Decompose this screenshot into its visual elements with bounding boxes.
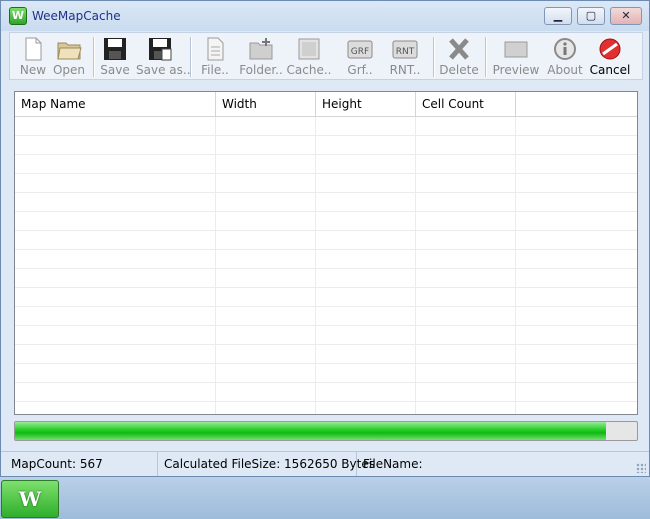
taskbar-app-button[interactable]: W — [1, 480, 59, 518]
svg-text:RNT: RNT — [396, 47, 415, 57]
save-label: Save — [100, 63, 130, 77]
app-icon: W — [9, 7, 27, 25]
grf-label: Grf.. — [347, 63, 373, 77]
taskbar-app-icon: W — [18, 487, 42, 511]
preview-button[interactable]: Preview — [492, 35, 540, 79]
column-header-width[interactable]: Width — [216, 92, 316, 116]
save-disk-icon — [102, 37, 128, 61]
file-name-status: FileName: — [363, 457, 423, 471]
main-window: W WeeMapCache ▁ ▢ ✕ New Open Save Save a… — [0, 0, 650, 477]
progress-bar — [14, 421, 638, 441]
preview-label: Preview — [492, 63, 540, 77]
taskbar: W — [0, 477, 650, 519]
minimize-button[interactable]: ▁ — [544, 7, 572, 25]
rnt-button[interactable]: RNT RNT.. — [382, 35, 428, 79]
save-as-label: Save as.. — [136, 63, 191, 77]
rnt-icon: RNT — [392, 37, 418, 61]
window-title: WeeMapCache — [32, 9, 121, 23]
maximize-button[interactable]: ▢ — [577, 7, 605, 25]
add-folder-icon — [248, 37, 274, 61]
save-as-disk-icon — [147, 37, 173, 61]
cache-icon — [296, 37, 322, 61]
resize-grip-icon[interactable] — [636, 463, 646, 473]
delete-button[interactable]: Delete — [436, 35, 482, 79]
map-list-grid[interactable]: Map Name Width Height Cell Count — [14, 91, 638, 415]
delete-x-icon — [446, 37, 472, 61]
cancel-label: Cancel — [589, 63, 631, 77]
open-folder-icon — [56, 37, 82, 61]
column-header-height[interactable]: Height — [316, 92, 416, 116]
file-button[interactable]: File.. — [192, 35, 238, 79]
about-label: About — [547, 63, 583, 77]
preview-icon — [503, 37, 529, 61]
column-header-cell-count[interactable]: Cell Count — [416, 92, 516, 116]
toolbar: New Open Save Save as.. File.. Folder.. … — [9, 32, 643, 80]
delete-label: Delete — [439, 63, 479, 77]
new-file-icon — [20, 37, 46, 61]
rnt-label: RNT.. — [389, 63, 421, 77]
add-file-icon — [202, 37, 228, 61]
save-as-button[interactable]: Save as.. — [136, 35, 191, 79]
about-button[interactable]: About — [542, 35, 588, 79]
grf-button[interactable]: GRF Grf.. — [337, 35, 383, 79]
progress-fill — [15, 422, 606, 440]
file-size-status: Calculated FileSize: 1562650 Bytes — [158, 452, 375, 476]
folder-button[interactable]: Folder.. — [238, 35, 284, 79]
open-label: Open — [52, 63, 86, 77]
open-button[interactable]: Open — [46, 35, 92, 79]
map-count-status: MapCount: 567 — [5, 452, 158, 476]
title-bar[interactable]: W WeeMapCache ▁ ▢ ✕ — [1, 1, 649, 31]
cache-label: Cache.. — [286, 63, 332, 77]
save-button[interactable]: Save — [92, 35, 138, 79]
column-header-map-name[interactable]: Map Name — [15, 92, 216, 116]
cache-button[interactable]: Cache.. — [286, 35, 332, 79]
grid-header: Map Name Width Height Cell Count — [15, 92, 637, 117]
folder-label: Folder.. — [239, 63, 283, 77]
cancel-icon — [597, 37, 623, 61]
status-bar: MapCount: 567 Calculated FileSize: 15626… — [1, 451, 649, 476]
grid-body[interactable] — [15, 117, 637, 414]
grf-icon: GRF — [347, 37, 373, 61]
cancel-button[interactable]: Cancel — [587, 35, 633, 79]
file-label: File.. — [201, 63, 229, 77]
svg-text:GRF: GRF — [351, 47, 369, 57]
info-icon — [552, 37, 578, 61]
close-window-button[interactable]: ✕ — [610, 7, 642, 25]
